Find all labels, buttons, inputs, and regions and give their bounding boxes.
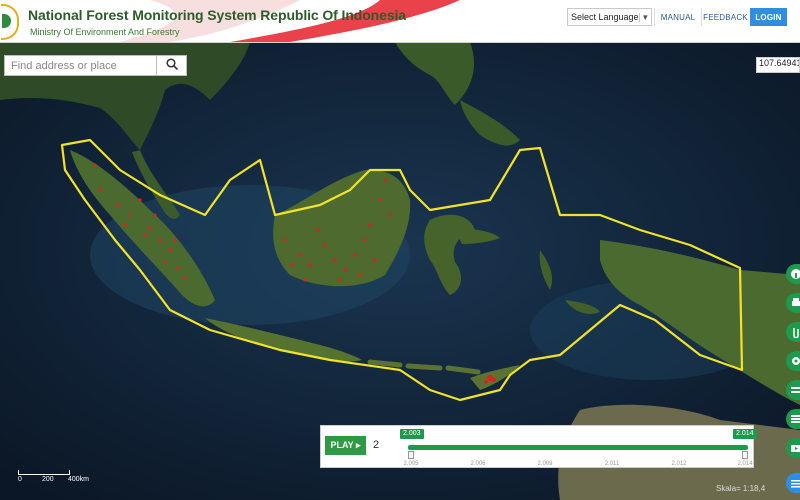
- video-icon: [791, 442, 800, 454]
- settings-button[interactable]: [786, 351, 800, 371]
- search-icon: [165, 57, 178, 75]
- attach-icon: [791, 326, 800, 338]
- menu-icon: [791, 477, 800, 489]
- app-header: National Forest Monitoring System Republ…: [0, 0, 800, 43]
- play-button[interactable]: PLAY ▸: [325, 436, 366, 455]
- start-year-badge: 2.003: [400, 429, 424, 439]
- page-title: National Forest Monitoring System Republ…: [28, 7, 406, 23]
- scale-bar: 0 200 400km: [18, 470, 90, 483]
- search-box: [4, 55, 187, 76]
- list-button[interactable]: [786, 409, 800, 429]
- settings-icon: [791, 355, 800, 367]
- print-icon: [791, 297, 800, 309]
- login-button[interactable]: LOGIN: [750, 8, 787, 26]
- search-input[interactable]: [5, 56, 156, 75]
- time-range-track[interactable]: [408, 445, 748, 450]
- manual-button[interactable]: MANUAL: [654, 8, 701, 26]
- tick-label: 2.005: [403, 461, 419, 467]
- info-button[interactable]: [786, 264, 800, 284]
- list-icon: [791, 413, 800, 425]
- language-select[interactable]: Select Language ▼: [567, 8, 652, 26]
- feedback-button[interactable]: FEEDBACK: [701, 8, 749, 26]
- scale-label: 0: [18, 476, 22, 483]
- scale-text: Skala= 1:18,4: [716, 484, 766, 493]
- print-button[interactable]: [786, 293, 800, 313]
- tick-label: 2.009: [537, 461, 553, 467]
- playback-speed[interactable]: 2: [373, 439, 379, 451]
- attach-button[interactable]: [786, 322, 800, 342]
- tick-label: 2.011: [604, 461, 620, 467]
- chevron-down-icon: ▼: [638, 12, 651, 22]
- coordinate-readout: 107.64941,: [756, 57, 800, 73]
- page-subtitle: Ministry Of Environment And Forestry: [30, 27, 180, 37]
- layers-button[interactable]: [786, 380, 800, 400]
- search-button[interactable]: [156, 56, 186, 75]
- video-button[interactable]: [786, 438, 800, 458]
- info-icon: [791, 268, 800, 280]
- tick-label: 2.006: [470, 461, 486, 467]
- time-slider-panel: PLAY ▸ 2 2.003 2.014 2.005 2.006 2.009 2…: [320, 425, 757, 468]
- menu-button[interactable]: [786, 473, 800, 493]
- scale-label: 400km: [68, 476, 90, 483]
- end-handle[interactable]: [742, 451, 748, 459]
- scale-label: 200: [42, 476, 54, 483]
- language-select-label: Select Language: [571, 12, 639, 22]
- tick-label: 2.012: [671, 461, 687, 467]
- tick-label: 2.014: [737, 461, 753, 467]
- end-year-badge: 2.014: [733, 429, 757, 439]
- scale-bar-line: [18, 470, 70, 475]
- start-handle[interactable]: [408, 451, 414, 459]
- layers-icon: [791, 384, 800, 396]
